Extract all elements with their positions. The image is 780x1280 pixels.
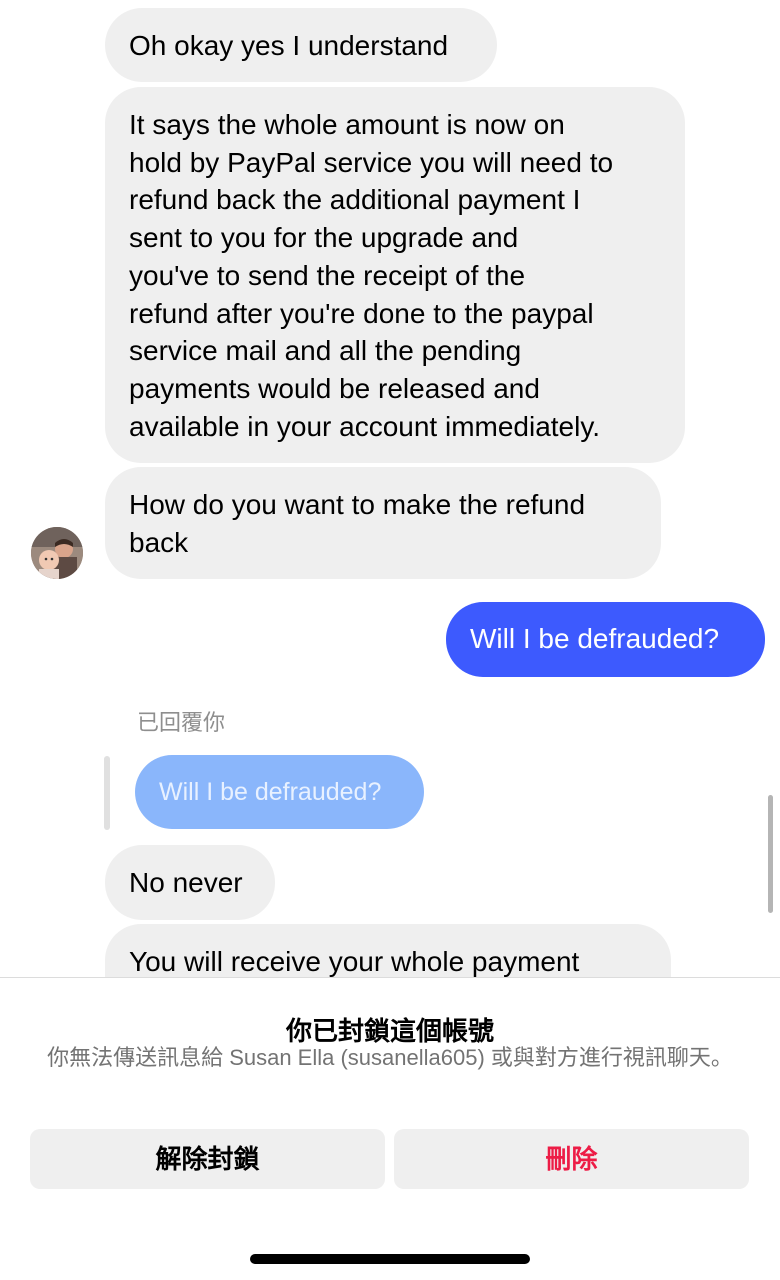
contact-avatar[interactable] (31, 527, 83, 579)
blocked-notice-panel: 你已封鎖這個帳號 你無法傳送訊息給 Susan Ella (susanella6… (0, 977, 780, 1280)
incoming-message[interactable]: It says the whole amount is now on hold … (105, 87, 685, 463)
blocked-description: 你無法傳送訊息給 Susan Ella (susanella605) 或與對方進… (47, 1045, 733, 1070)
scrollbar[interactable] (768, 795, 773, 913)
unblock-button[interactable]: 解除封鎖 (30, 1129, 385, 1189)
incoming-message[interactable]: Oh okay yes I understand (105, 8, 497, 82)
quoted-message[interactable]: Will I be defrauded? (135, 755, 424, 829)
blocked-title: 你已封鎖這個帳號 (285, 1016, 494, 1046)
home-indicator (250, 1254, 530, 1264)
incoming-message[interactable]: How do you want to make the refund back (105, 467, 661, 579)
reply-indicator-bar (104, 756, 110, 830)
delete-button[interactable]: 刪除 (394, 1129, 749, 1189)
reply-label: 已回覆你 (137, 710, 226, 735)
incoming-message[interactable]: No never (105, 845, 275, 920)
outgoing-message[interactable]: Will I be defrauded? (446, 602, 765, 677)
